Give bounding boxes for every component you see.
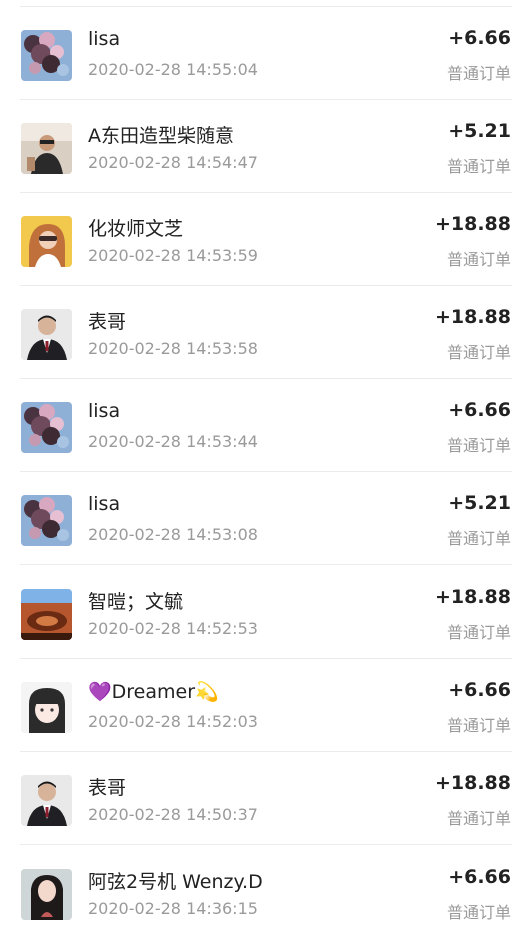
avatar xyxy=(21,309,72,360)
avatar xyxy=(21,589,72,640)
avatar xyxy=(21,775,72,826)
order-row[interactable]: A东田造型柴随意 2020-02-28 14:54:47 +5.21 普通订单 xyxy=(0,100,532,193)
order-amount: +18.88 xyxy=(434,306,511,328)
order-type: 普通订单 xyxy=(446,343,511,362)
order-type: 普通订单 xyxy=(446,64,511,83)
order-row[interactable]: 阿弦2号机 Wenzy.D 2020-02-28 14:36:15 +6.66 … xyxy=(0,846,532,939)
order-time: 2020-02-28 14:53:08 xyxy=(88,525,258,544)
order-row[interactable]: 智暟；文毓 2020-02-28 14:52:53 +18.88 普通订单 xyxy=(0,566,532,659)
order-type: 普通订单 xyxy=(446,623,511,642)
avatar xyxy=(21,869,72,920)
order-row[interactable]: lisa 2020-02-28 14:53:08 +5.21 普通订单 xyxy=(0,472,532,565)
customer-name: A东田造型柴随意 xyxy=(88,125,234,147)
order-row[interactable]: 化妆师文芝 2020-02-28 14:53:59 +18.88 普通订单 xyxy=(0,193,532,286)
order-amount: +5.21 xyxy=(448,492,511,514)
avatar xyxy=(21,216,72,267)
order-time: 2020-02-28 14:55:04 xyxy=(88,60,258,79)
order-row[interactable]: 表哥 2020-02-28 14:53:58 +18.88 普通订单 xyxy=(0,286,532,379)
order-amount: +18.88 xyxy=(434,772,511,794)
customer-name: 表哥 xyxy=(88,777,127,799)
avatar xyxy=(21,123,72,174)
order-type: 普通订单 xyxy=(446,250,511,269)
order-amount: +5.21 xyxy=(448,120,511,142)
order-type: 普通订单 xyxy=(446,716,511,735)
order-row[interactable]: 💜Dreamer💫 2020-02-28 14:52:03 +6.66 普通订单 xyxy=(0,659,532,752)
order-time: 2020-02-28 14:52:53 xyxy=(88,619,258,638)
order-time: 2020-02-28 14:53:59 xyxy=(88,246,258,265)
customer-name: lisa xyxy=(88,28,121,50)
order-type: 普通订单 xyxy=(446,529,511,548)
order-amount: +6.66 xyxy=(448,679,511,701)
order-type: 普通订单 xyxy=(446,903,511,922)
order-amount: +6.66 xyxy=(448,399,511,421)
avatar xyxy=(21,402,72,453)
order-time: 2020-02-28 14:53:44 xyxy=(88,432,258,451)
order-time: 2020-02-28 14:52:03 xyxy=(88,712,258,731)
customer-name: 表哥 xyxy=(88,311,127,333)
order-amount: +18.88 xyxy=(434,213,511,235)
order-row[interactable]: lisa 2020-02-28 14:53:44 +6.66 普通订单 xyxy=(0,379,532,472)
order-amount: +6.66 xyxy=(448,27,511,49)
order-type: 普通订单 xyxy=(446,436,511,455)
order-time: 2020-02-28 14:53:58 xyxy=(88,339,258,358)
avatar xyxy=(21,495,72,546)
customer-name: 化妆师文芝 xyxy=(88,218,184,240)
order-time: 2020-02-28 14:54:47 xyxy=(88,153,258,172)
order-row[interactable]: lisa 2020-02-28 14:55:04 +6.66 普通订单 xyxy=(0,7,532,100)
order-amount: +6.66 xyxy=(448,866,511,888)
order-time: 2020-02-28 14:36:15 xyxy=(88,899,258,918)
order-list: lisa 2020-02-28 14:55:04 +6.66 普通订单 A东田造… xyxy=(0,0,532,931)
customer-name: 💜Dreamer💫 xyxy=(88,681,219,703)
order-row[interactable]: 表哥 2020-02-28 14:50:37 +18.88 普通订单 xyxy=(0,752,532,845)
customer-name: 智暟；文毓 xyxy=(88,591,184,613)
avatar xyxy=(21,30,72,81)
order-type: 普通订单 xyxy=(446,809,511,828)
order-amount: +18.88 xyxy=(434,586,511,608)
avatar xyxy=(21,682,72,733)
order-time: 2020-02-28 14:50:37 xyxy=(88,805,258,824)
customer-name: 阿弦2号机 Wenzy.D xyxy=(88,871,263,893)
customer-name: lisa xyxy=(88,493,121,515)
customer-name: lisa xyxy=(88,400,121,422)
order-type: 普通订单 xyxy=(446,157,511,176)
